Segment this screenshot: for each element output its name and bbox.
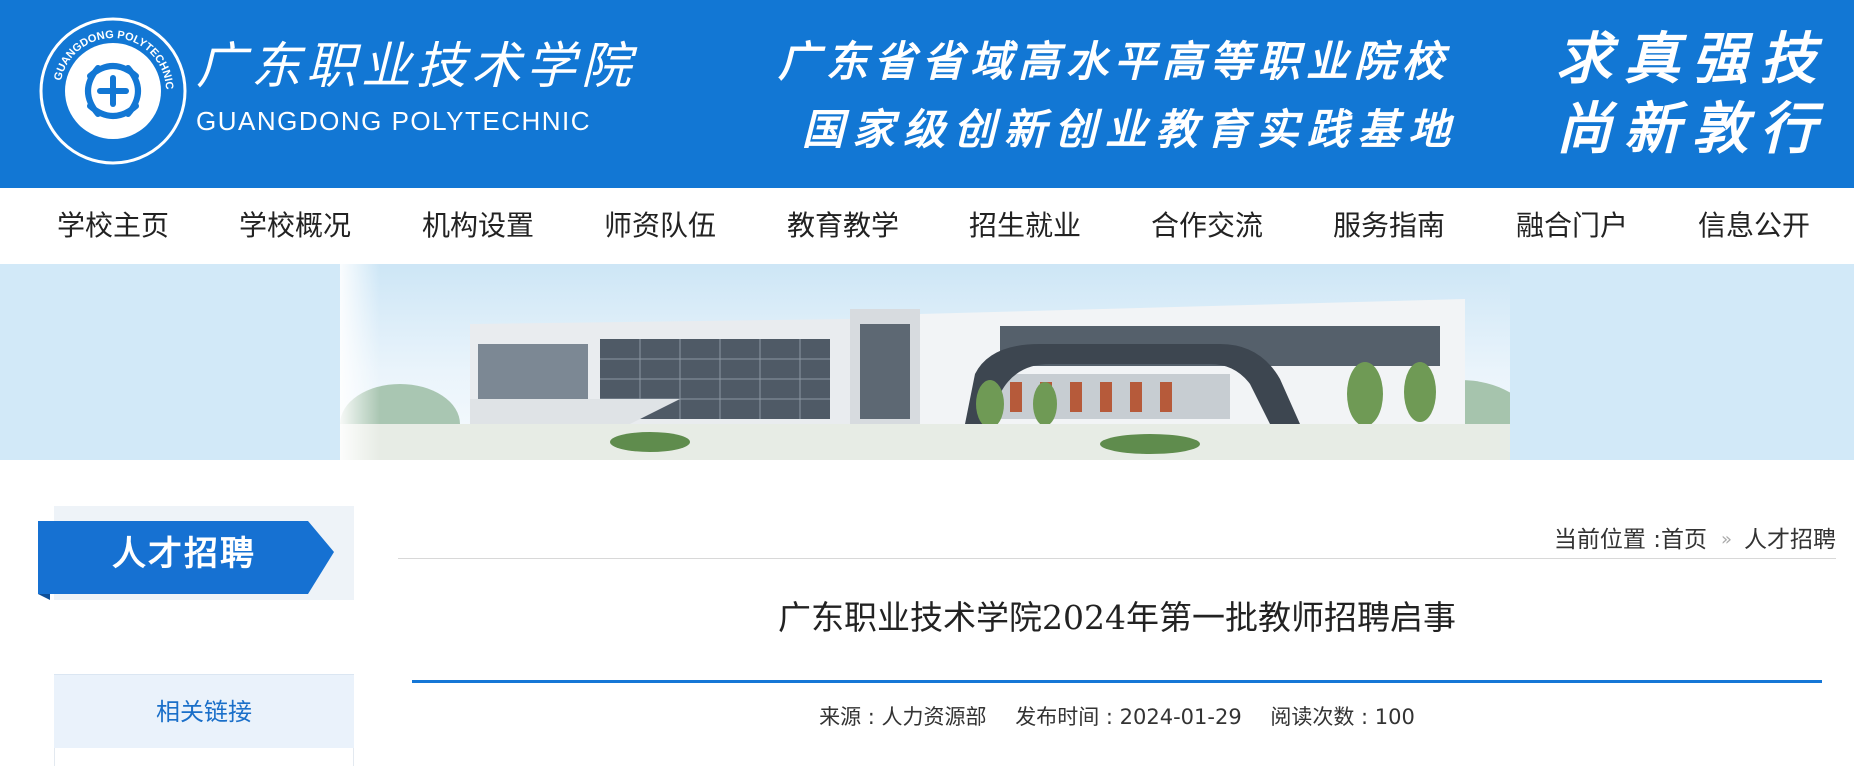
motto-line-2: 尚新敦行 [1556,96,1828,162]
main-nav: 学校主页 学校概况 机构设置 师资队伍 教育教学 招生就业 合作交流 服务指南 … [0,188,1854,264]
campus-banner-image [0,264,1854,460]
nav-item-education[interactable]: 教育教学 [787,188,899,264]
nav-item-overview[interactable]: 学校概况 [239,188,351,264]
nav-item-disclosure[interactable]: 信息公开 [1698,188,1810,264]
school-emblem-logo[interactable]: GUANGDONG POLYTECHNIC [38,16,188,166]
article-view-count: 阅读次数 : 100 [1270,705,1415,729]
article-source: 来源 : 人力资源部 [819,705,987,729]
site-header: GUANGDONG POLYTECHNIC 广东职业技术学院 GUANGDONG… [0,0,1854,188]
breadcrumb-home-link[interactable]: 首页 [1661,522,1707,558]
breadcrumb-prefix: 当前位置 : [1553,527,1661,553]
nav-item-services[interactable]: 服务指南 [1333,188,1445,264]
slogan-line-2: 国家级创新创业教育实践基地 [802,105,1459,154]
article-meta: 来源 : 人力资源部 发布时间 : 2024-01-29 阅读次数 : 100 [412,700,1822,734]
nav-item-cooperation[interactable]: 合作交流 [1151,188,1263,264]
nav-item-admissions[interactable]: 招生就业 [969,188,1081,264]
slogan-line-1: 广东省省域高水平高等职业院校 [778,37,1451,86]
nav-item-home[interactable]: 学校主页 [57,188,169,264]
related-links-list [54,748,354,766]
motto-line-1: 求真强技 [1556,26,1828,92]
sidebar-section-title: 人才招聘 [112,534,256,574]
school-name-cn[interactable]: 广东职业技术学院 [196,36,636,96]
related-links-title[interactable]: 相关链接 [54,675,354,749]
breadcrumb-divider [398,558,1836,559]
breadcrumb: 当前位置 : 首页 » 人才招聘 [1554,522,1836,558]
related-links-header: 相关链接 [54,674,354,749]
article-title: 广东职业技术学院2024年第一批教师招聘启事 [778,598,1456,637]
nav-item-faculty[interactable]: 师资队伍 [604,188,716,264]
article-title-divider [412,680,1822,683]
article-publish-date: 发布时间 : 2024-01-29 [1015,705,1242,729]
breadcrumb-current[interactable]: 人才招聘 [1744,522,1836,558]
nav-item-portal[interactable]: 融合门户 [1516,188,1628,264]
school-name-en[interactable]: GUANGDONG POLYTECHNIC [196,106,591,136]
breadcrumb-separator-icon: » [1720,529,1732,550]
nav-item-departments[interactable]: 机构设置 [422,188,534,264]
